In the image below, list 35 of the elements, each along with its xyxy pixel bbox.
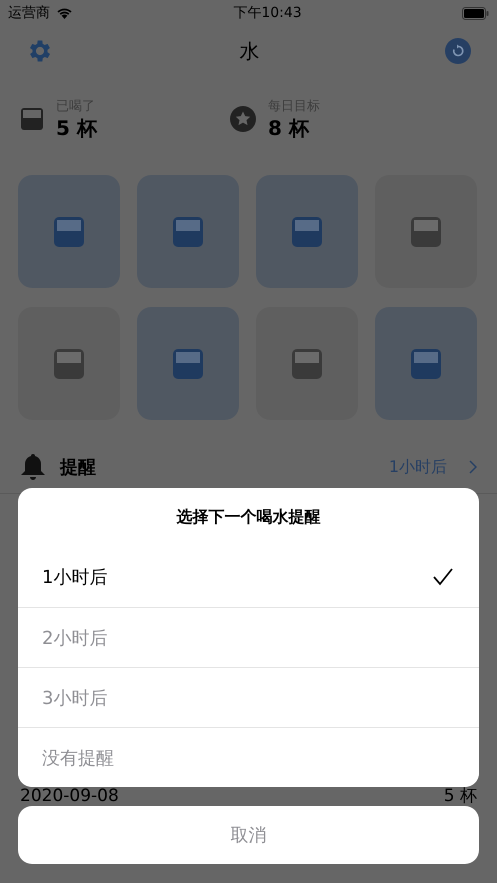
screen-title: 水 bbox=[240, 38, 260, 64]
cup-icon bbox=[171, 214, 205, 248]
stat-value: 8 杯 bbox=[268, 114, 310, 142]
cup-tile[interactable] bbox=[375, 175, 477, 288]
stat-value: 5 杯 bbox=[56, 114, 97, 142]
cancel-button[interactable]: 取消 bbox=[18, 806, 479, 864]
checkmark-icon bbox=[433, 568, 453, 586]
bell-icon bbox=[20, 453, 46, 481]
history-count: 5 杯 bbox=[444, 786, 477, 806]
battery-icon bbox=[462, 6, 489, 20]
cup-tile[interactable] bbox=[256, 307, 358, 420]
reminder-label: 提醒 bbox=[60, 456, 97, 479]
history-date: 2020-09-08 bbox=[20, 786, 119, 806]
sheet-title: 选择下一个喝水提醒 bbox=[176, 506, 322, 528]
wifi-icon bbox=[56, 7, 73, 19]
cup-icon bbox=[290, 214, 324, 248]
clock-time: 下午10:43 bbox=[233, 4, 302, 22]
cup-tile[interactable] bbox=[375, 307, 477, 420]
cup-icon bbox=[52, 214, 86, 248]
cup-icon bbox=[409, 346, 443, 380]
refresh-button[interactable] bbox=[445, 38, 471, 64]
cup-icon bbox=[52, 346, 86, 380]
cup-icon bbox=[290, 346, 324, 380]
cup-tile[interactable] bbox=[137, 175, 239, 288]
chevron-right-icon bbox=[469, 460, 477, 474]
cup-tile[interactable] bbox=[256, 175, 358, 288]
cup-tile[interactable] bbox=[18, 175, 120, 288]
cup-icon bbox=[409, 214, 443, 248]
cup-icon bbox=[171, 346, 205, 380]
cup-tile[interactable] bbox=[18, 307, 120, 420]
carrier-name: 运营商 bbox=[8, 4, 50, 22]
cup-tile[interactable] bbox=[137, 307, 239, 420]
reminder-option[interactable]: 没有提醒 bbox=[18, 727, 479, 787]
reminder-value[interactable]: 1小时后 bbox=[388, 456, 477, 478]
cup-icon bbox=[20, 107, 44, 131]
